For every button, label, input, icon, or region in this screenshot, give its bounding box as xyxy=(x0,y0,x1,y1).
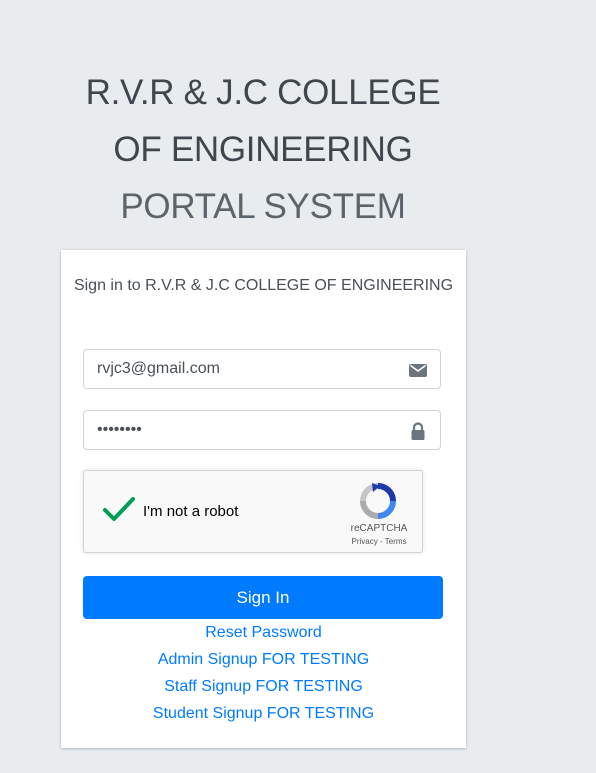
recaptcha-links-separator: - xyxy=(377,537,385,546)
portal-logo: R.V.R & J.C COLLEGE OF ENGINEERING PORTA… xyxy=(60,64,466,235)
checkmark-icon[interactable] xyxy=(102,495,136,525)
auth-links: Reset Password Admin Signup FOR TESTING … xyxy=(61,619,466,727)
email-field[interactable] xyxy=(84,350,394,388)
staff-signup-link[interactable]: Staff Signup FOR TESTING xyxy=(61,673,466,700)
recaptcha-widget: I'm not a robot reCAPTCHA Privacy - Term… xyxy=(83,470,423,553)
recaptcha-logo-icon xyxy=(359,482,397,520)
recaptcha-privacy-link[interactable]: Privacy xyxy=(352,537,378,546)
lock-icon xyxy=(408,421,428,441)
email-input-group xyxy=(83,349,441,389)
student-signup-link[interactable]: Student Signup FOR TESTING xyxy=(61,700,466,727)
logo-title-bold: R.V.R & J.C COLLEGE OF ENGINEERING xyxy=(85,73,441,169)
logo-title-light: PORTAL SYSTEM xyxy=(120,187,406,226)
envelope-icon xyxy=(408,360,428,380)
recaptcha-terms-link[interactable]: Terms xyxy=(385,537,407,546)
admin-signup-link[interactable]: Admin Signup FOR TESTING xyxy=(61,646,466,673)
recaptcha-label: I'm not a robot xyxy=(143,503,239,520)
login-box-message: Sign in to R.V.R & J.C COLLEGE OF ENGINE… xyxy=(73,277,454,294)
recaptcha-links: Privacy - Terms xyxy=(329,537,429,546)
password-field[interactable] xyxy=(84,411,394,449)
sign-in-button[interactable]: Sign In xyxy=(83,576,443,619)
recaptcha-brand: reCAPTCHA xyxy=(350,523,408,534)
reset-password-link[interactable]: Reset Password xyxy=(61,619,466,646)
login-card: Sign in to R.V.R & J.C COLLEGE OF ENGINE… xyxy=(61,250,466,748)
password-input-group xyxy=(83,410,441,450)
